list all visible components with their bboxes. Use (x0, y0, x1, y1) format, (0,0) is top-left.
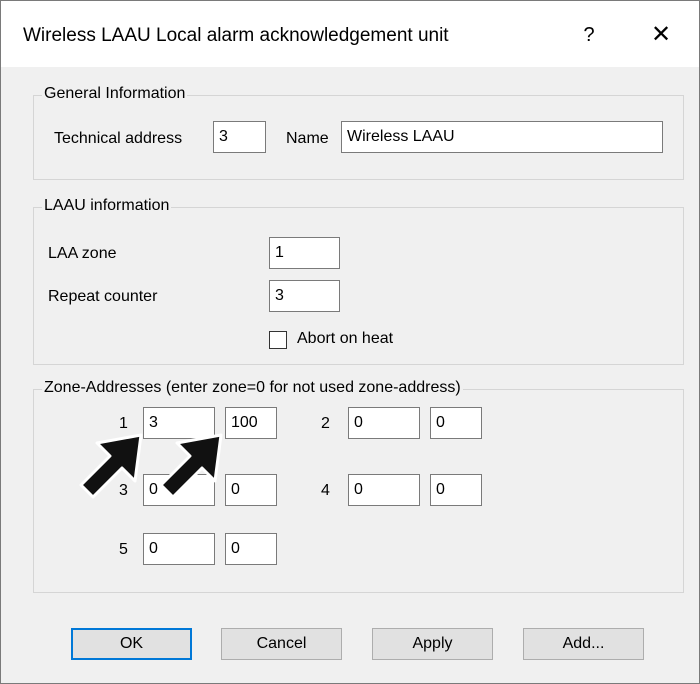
laau-information-legend: LAAU information (42, 197, 172, 215)
technical-address-label: Technical address (54, 130, 183, 147)
zone-addresses-legend: Zone-Addresses (enter zone=0 for not use… (42, 379, 463, 397)
zone-row-number: 2 (321, 415, 330, 432)
dialog-window: Wireless LAAU Local alarm acknowledgemen… (0, 0, 700, 684)
repeat-counter-label: Repeat counter (48, 288, 158, 305)
name-input[interactable]: Wireless LAAU (341, 121, 663, 153)
zone-row-number: 5 (119, 541, 128, 558)
cancel-button[interactable]: Cancel (221, 628, 342, 660)
zone-address-input-1[interactable]: 100 (225, 407, 277, 439)
window-title: Wireless LAAU Local alarm acknowledgemen… (23, 25, 449, 46)
zone-row-number: 4 (321, 482, 330, 499)
close-button[interactable]: ✕ (641, 17, 681, 53)
title-bar: Wireless LAAU Local alarm acknowledgemen… (1, 1, 699, 67)
zone-input-5[interactable]: 0 (143, 533, 215, 565)
zone-address-input-5[interactable]: 0 (225, 533, 277, 565)
pointer-arrow-icon (159, 433, 223, 499)
general-information-legend: General Information (42, 85, 188, 103)
zone-input-4[interactable]: 0 (348, 474, 420, 506)
add-button[interactable]: Add... (523, 628, 644, 660)
zone-address-input-2[interactable]: 0 (430, 407, 482, 439)
laa-zone-input[interactable]: 1 (269, 237, 340, 269)
abort-on-heat-checkbox[interactable] (269, 331, 287, 349)
help-button[interactable]: ? (569, 17, 609, 53)
laa-zone-label: LAA zone (48, 245, 117, 262)
abort-on-heat-label: Abort on heat (297, 330, 394, 347)
apply-button[interactable]: Apply (372, 628, 493, 660)
zone-input-2[interactable]: 0 (348, 407, 420, 439)
pointer-arrow-icon (79, 433, 143, 499)
name-label: Name (286, 130, 329, 147)
ok-button[interactable]: OK (71, 628, 192, 660)
technical-address-input[interactable]: 3 (213, 121, 266, 153)
repeat-counter-input[interactable]: 3 (269, 280, 340, 312)
zone-address-input-4[interactable]: 0 (430, 474, 482, 506)
zone-address-input-3[interactable]: 0 (225, 474, 277, 506)
